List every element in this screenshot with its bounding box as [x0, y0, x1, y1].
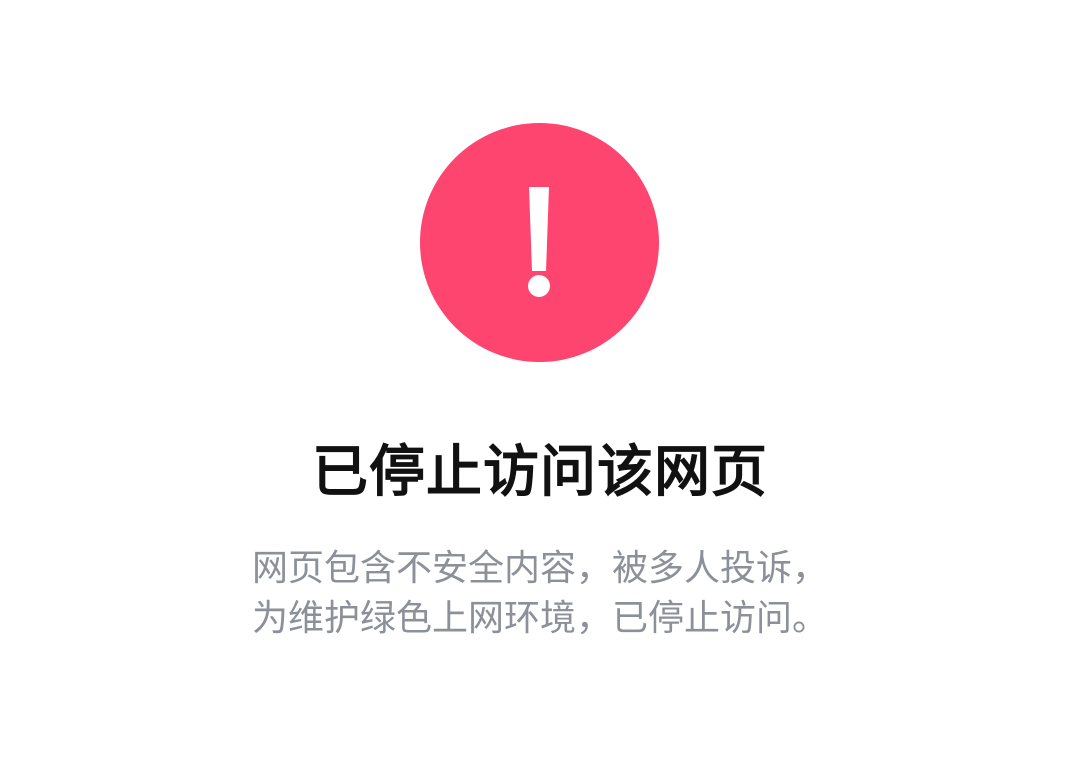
- description-line-2: 为维护绿色上网环境，已停止访问。: [251, 598, 828, 639]
- description-line-1: 网页包含不安全内容，被多人投诉，: [251, 548, 828, 589]
- blocked-page: 已停止访问该网页 网页包含不安全内容，被多人投诉， 为维护绿色上网环境，已停止访…: [0, 0, 1080, 771]
- exclamation-icon: [528, 187, 550, 297]
- block-description: 网页包含不安全内容，被多人投诉， 为维护绿色上网环境，已停止访问。: [0, 544, 1080, 644]
- warning-badge: [420, 123, 659, 362]
- page-title: 已停止访问该网页: [312, 440, 768, 505]
